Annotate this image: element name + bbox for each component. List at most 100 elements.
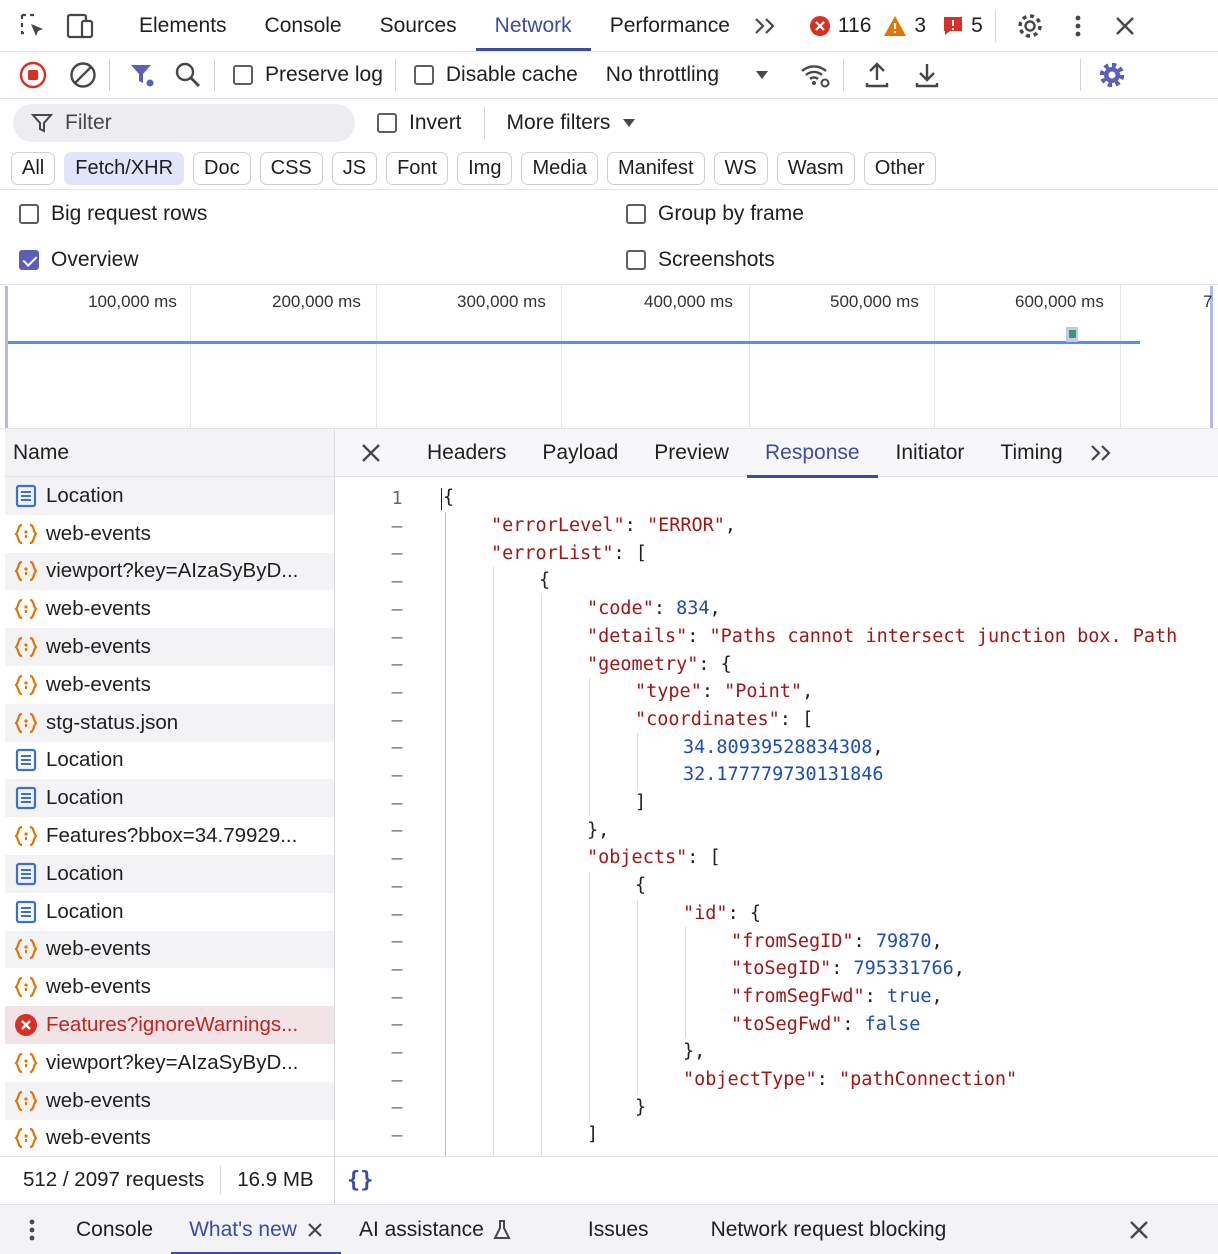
code-token: : [ bbox=[779, 708, 814, 730]
request-row[interactable]: Location bbox=[5, 779, 334, 818]
type-filter-fetch-xhr[interactable]: Fetch/XHR bbox=[64, 151, 185, 185]
tab-elements[interactable]: Elements bbox=[120, 1, 246, 51]
chevron-down-icon[interactable] bbox=[622, 118, 636, 128]
request-row[interactable]: stg-status.json bbox=[5, 703, 334, 742]
close-details-icon[interactable] bbox=[361, 443, 381, 463]
timeline-label: 500,000 ms bbox=[830, 292, 919, 311]
option-screenshots[interactable]: Screenshots bbox=[626, 244, 1126, 276]
request-row[interactable]: Location bbox=[5, 477, 334, 515]
export-har-download-icon[interactable] bbox=[914, 61, 940, 89]
clear-log-icon[interactable] bbox=[69, 61, 97, 89]
type-filter-img[interactable]: Img bbox=[457, 151, 513, 185]
timeline-left-handle[interactable] bbox=[5, 286, 8, 428]
request-row[interactable]: web-events bbox=[5, 930, 334, 969]
close-tab-icon[interactable] bbox=[307, 1222, 323, 1238]
search-icon[interactable] bbox=[174, 61, 202, 89]
request-row[interactable]: Features?bbox=34.79929... bbox=[5, 817, 334, 855]
drawer-tab-network-request-blocking[interactable]: Network request blocking bbox=[693, 1205, 965, 1254]
group-by-frame-checkbox[interactable] bbox=[626, 204, 646, 224]
request-row[interactable]: web-events bbox=[5, 590, 334, 628]
request-row[interactable]: Features?ignoreWarnings... bbox=[5, 1006, 334, 1044]
tab-sources[interactable]: Sources bbox=[361, 1, 476, 51]
tab-timing[interactable]: Timing bbox=[982, 428, 1080, 478]
request-row[interactable]: web-events bbox=[5, 515, 334, 553]
chevron-down-icon[interactable] bbox=[755, 70, 769, 80]
type-filter-ws[interactable]: WS bbox=[713, 151, 768, 185]
more-tabs-icon[interactable] bbox=[753, 16, 779, 36]
response-line: "id": { bbox=[683, 900, 761, 928]
tab-preview[interactable]: Preview bbox=[636, 428, 747, 478]
preserve-log-checkbox[interactable] bbox=[233, 65, 253, 85]
import-har-upload-icon[interactable] bbox=[864, 61, 890, 89]
divider bbox=[394, 59, 396, 91]
request-row[interactable]: web-events bbox=[5, 628, 334, 666]
issues-count-icon[interactable] bbox=[942, 15, 964, 37]
fetch-icon bbox=[14, 975, 38, 999]
drawer-tab-whats-new[interactable]: What's new bbox=[171, 1205, 341, 1254]
request-row[interactable]: web-events bbox=[5, 666, 334, 704]
drawer-tab-console[interactable]: Console bbox=[58, 1205, 171, 1254]
option-overview[interactable]: Overview bbox=[19, 244, 599, 276]
warning-count-icon[interactable] bbox=[883, 15, 907, 37]
tab-headers[interactable]: Headers bbox=[409, 428, 524, 478]
type-filter-doc[interactable]: Doc bbox=[193, 151, 251, 185]
request-row[interactable]: Location bbox=[5, 742, 334, 780]
network-conditions-wifi-icon[interactable] bbox=[799, 61, 831, 89]
timeline-label: 600,000 ms bbox=[1015, 292, 1104, 311]
tab-console[interactable]: Console bbox=[246, 1, 361, 51]
tab-initiator[interactable]: Initiator bbox=[878, 428, 983, 478]
filter-funnel-icon[interactable] bbox=[128, 61, 156, 89]
error-count-icon[interactable] bbox=[809, 15, 831, 37]
indent-guide bbox=[445, 511, 446, 1156]
request-row[interactable]: web-events bbox=[5, 1120, 334, 1155]
request-row[interactable]: Location bbox=[5, 855, 334, 893]
type-filter-manifest[interactable]: Manifest bbox=[606, 151, 705, 185]
response-line: "code": 834, bbox=[587, 595, 721, 623]
drawer-tab-issues[interactable]: Issues bbox=[570, 1205, 667, 1254]
code-token: "id" bbox=[683, 902, 728, 924]
type-filter-css[interactable]: CSS bbox=[259, 151, 323, 185]
request-row[interactable]: viewport?key=AIzaSyByD... bbox=[5, 1044, 334, 1082]
request-list-header[interactable]: Name bbox=[5, 429, 334, 477]
request-row[interactable]: Location bbox=[5, 893, 334, 931]
tab-performance[interactable]: Performance bbox=[591, 1, 749, 51]
close-devtools-icon[interactable] bbox=[1114, 15, 1136, 37]
type-filter-wasm[interactable]: Wasm bbox=[776, 151, 855, 185]
document-icon bbox=[14, 786, 38, 810]
device-toolbar-icon[interactable] bbox=[64, 9, 98, 43]
more-options-icon[interactable] bbox=[1074, 14, 1082, 38]
more-filters-button[interactable]: More filters bbox=[507, 111, 611, 135]
overview-checkbox[interactable] bbox=[19, 250, 39, 270]
request-row[interactable]: web-events bbox=[5, 1081, 334, 1120]
network-settings-gear-icon[interactable] bbox=[1097, 60, 1127, 90]
pretty-print-button[interactable]: {} bbox=[347, 1168, 374, 1193]
tab-payload[interactable]: Payload bbox=[524, 428, 636, 478]
request-row[interactable]: viewport?key=AIzaSyByD... bbox=[5, 552, 334, 591]
throttling-select[interactable]: No throttling bbox=[606, 63, 719, 87]
type-filter-media[interactable]: Media bbox=[521, 151, 598, 185]
option-big-request-rows[interactable]: Big request rows bbox=[19, 198, 599, 230]
response-line: ] bbox=[587, 1121, 598, 1149]
stop-recording-icon[interactable] bbox=[19, 61, 47, 89]
disable-cache-checkbox[interactable] bbox=[413, 65, 434, 85]
response-viewer[interactable]: 1– – – – – – – – – – – – – – – – – – – – – – – {"errorLevel": … bbox=[335, 478, 1218, 1156]
drawer-menu-icon[interactable] bbox=[28, 1218, 36, 1242]
request-row[interactable]: web-events bbox=[5, 968, 334, 1006]
type-filter-other[interactable]: Other bbox=[863, 151, 936, 185]
tab-response[interactable]: Response bbox=[746, 428, 878, 478]
type-filter-js[interactable]: JS bbox=[331, 151, 378, 185]
inspect-element-icon[interactable] bbox=[16, 9, 50, 43]
type-filter-font[interactable]: Font bbox=[386, 151, 449, 185]
drawer-tab-ai-assistance[interactable]: AI assistance bbox=[341, 1205, 530, 1254]
invert-checkbox[interactable] bbox=[377, 113, 397, 133]
screenshots-checkbox[interactable] bbox=[626, 250, 646, 270]
settings-gear-icon[interactable] bbox=[1016, 12, 1044, 40]
close-drawer-icon[interactable] bbox=[1128, 1219, 1150, 1241]
option-group-by-frame[interactable]: Group by frame bbox=[626, 198, 1126, 230]
tab-network[interactable]: Network bbox=[475, 1, 591, 51]
type-filter-all[interactable]: All bbox=[11, 151, 56, 185]
filter-input[interactable]: Filter bbox=[13, 104, 355, 142]
more-tabs-icon[interactable] bbox=[1089, 443, 1115, 463]
code-token: : bbox=[864, 985, 887, 1007]
big-request-rows-checkbox[interactable] bbox=[19, 204, 39, 224]
